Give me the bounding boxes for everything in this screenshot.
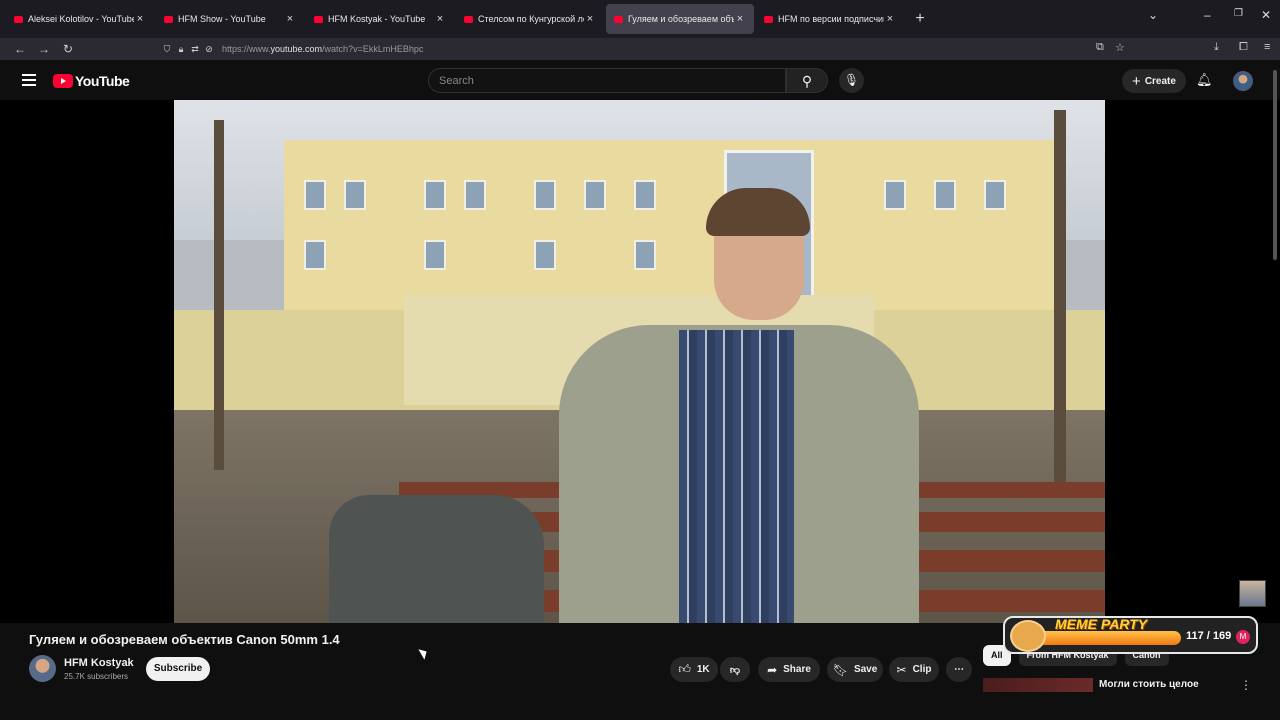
meme-party-overlay: MEME PARTY 117 / 169 M (1003, 616, 1258, 654)
lock-icon[interactable]: 🔒︎ (174, 44, 188, 55)
tab-label: Стелсом по Кунгурской ледян (478, 14, 584, 24)
tab-2[interactable]: HFM Show - YouTube × (156, 4, 304, 34)
close-icon[interactable]: × (284, 13, 296, 25)
account-avatar[interactable] (1233, 71, 1253, 91)
picture-in-picture-icon[interactable]: ⧉ (1096, 41, 1104, 54)
tab-label: HFM по версии подписчиков (778, 14, 884, 24)
mouse-cursor-icon (418, 646, 430, 660)
close-icon[interactable]: × (134, 13, 146, 25)
like-count: 1K (696, 664, 710, 675)
menu-icon[interactable]: ≡ (1264, 41, 1270, 53)
video-backpack (329, 495, 544, 623)
more-dots-icon: ⋯ (954, 664, 964, 675)
tab-1[interactable]: Aleksei Kolotilov - YouTube × (6, 4, 154, 34)
bookmark-icon: 🔖︎ (832, 662, 848, 677)
youtube-favicon-icon (14, 15, 23, 23)
save-label: Save (853, 664, 878, 675)
youtube-logo[interactable]: YouTube (53, 73, 130, 89)
thumbs-up-icon: 👍︎ (678, 662, 691, 676)
downloads-icon[interactable]: ⤓ (1214, 41, 1219, 54)
share-label: Share (783, 664, 811, 675)
youtube-favicon-icon (614, 15, 623, 23)
recommendation-title[interactable]: Могли стоить целое (1099, 679, 1199, 690)
channel-name[interactable]: HFM Kostyak (64, 657, 134, 669)
video-tree (214, 120, 224, 470)
meme-badge-icon: M (1236, 630, 1250, 644)
browser-window: Aleksei Kolotilov - YouTube × HFM Show - … (0, 0, 1280, 720)
youtube-favicon-icon (464, 15, 473, 23)
youtube-header: YouTube Search ⚲ 🎙︎ + Create 🔔︎ (0, 60, 1280, 100)
window-close-icon[interactable]: ✕ (1261, 8, 1271, 22)
save-button[interactable]: 🔖︎ Save (827, 657, 883, 682)
tab-label: HFM Show - YouTube (178, 14, 266, 24)
hamburger-menu-icon[interactable] (22, 74, 36, 86)
youtube-favicon-icon (314, 15, 323, 23)
share-button[interactable]: ➦ Share (758, 657, 820, 682)
video-title: Гуляем и обозреваем объектив Canon 50mm … (29, 632, 340, 647)
tab-3[interactable]: HFM Kostyak - YouTube × (306, 4, 454, 34)
like-button[interactable]: 👍︎ 1K (670, 657, 718, 682)
forward-arrow-icon[interactable]: → (32, 42, 56, 56)
autoplay-blocked-icon[interactable]: ⊘ (202, 44, 216, 55)
channel-avatar[interactable] (29, 655, 56, 682)
clip-button[interactable]: ✂ Clip (889, 657, 939, 682)
notifications-bell-icon[interactable]: 🔔︎ (1196, 72, 1213, 88)
extensions-icon[interactable]: ⧠ (1239, 41, 1248, 54)
more-vertical-icon[interactable]: ⋮ (1240, 678, 1252, 692)
tab-label: HFM Kostyak - YouTube (328, 14, 426, 24)
tab-strip: Aleksei Kolotilov - YouTube × HFM Show - … (0, 0, 1280, 38)
permissions-icon[interactable]: ⇄ (188, 44, 202, 55)
shield-icon[interactable]: ⛉ (160, 44, 174, 55)
thumbs-down-icon: 👎︎ (729, 664, 741, 676)
logo-text: YouTube (75, 73, 130, 89)
voice-search-mic-icon[interactable]: 🎙︎ (839, 68, 864, 93)
dislike-button[interactable]: 👎︎ (720, 657, 750, 682)
navigation-bar: ← → ↻ ⛉ 🔒︎ ⇄ ⊘ https://www.youtube.com/w… (0, 38, 1280, 60)
tab-4[interactable]: Стелсом по Кунгурской ледян× (456, 4, 604, 34)
video-frame[interactable] (174, 100, 1105, 623)
search-icon: ⚲ (801, 73, 813, 89)
more-actions-button[interactable]: ⋯ (946, 657, 972, 682)
youtube-play-icon (53, 74, 73, 88)
subscriber-count: 25.7K subscribers (64, 672, 129, 681)
create-label: Create (1144, 75, 1176, 87)
meme-count: 117 / 169 (1186, 630, 1232, 642)
youtube-favicon-icon (164, 15, 173, 23)
close-icon[interactable]: × (884, 13, 896, 25)
tab-label: Гуляем и обозреваем объекти (628, 14, 734, 24)
search-button[interactable]: ⚲ (786, 68, 828, 93)
doge-icon (1010, 620, 1046, 652)
youtube-favicon-icon (764, 15, 773, 23)
restore-icon[interactable]: ❐ (1234, 8, 1243, 19)
meme-progress-bar (1031, 631, 1181, 645)
video-person-shirt (679, 330, 794, 623)
subscribe-button[interactable]: Subscribe (146, 657, 210, 681)
plus-icon: + (1132, 72, 1141, 90)
video-player[interactable] (0, 100, 1280, 623)
tab-list-chevron-icon[interactable]: ⌄ (1148, 8, 1158, 22)
minimize-icon[interactable]: – (1204, 8, 1211, 22)
reload-icon[interactable]: ↻ (56, 42, 80, 56)
video-tree (1054, 110, 1066, 490)
close-icon[interactable]: × (734, 13, 746, 25)
tab-5-active[interactable]: Гуляем и обозреваем объекти× (606, 4, 754, 34)
tab-6[interactable]: HFM по версии подписчиков× (756, 4, 904, 34)
close-icon[interactable]: × (434, 13, 446, 25)
clip-label: Clip (912, 664, 932, 675)
scissors-icon: ✂ (896, 662, 907, 677)
bookmark-star-icon[interactable]: ☆ (1115, 41, 1125, 54)
meme-party-title: MEME PARTY (1055, 616, 1148, 632)
new-tab-plus-icon[interactable]: + (906, 4, 934, 34)
back-arrow-icon[interactable]: ← (8, 42, 32, 56)
url-text[interactable]: https://www.youtube.com/watch?v=EkkLmHEB… (222, 44, 423, 54)
channel-watermark[interactable] (1239, 580, 1266, 607)
search-input[interactable]: Search (428, 68, 786, 93)
recommendation-thumbnail[interactable] (983, 678, 1093, 692)
url-bar[interactable]: ⛉ 🔒︎ ⇄ ⊘ https://www.youtube.com/watch?v… (160, 40, 1140, 58)
share-icon: ➦ (767, 662, 778, 677)
close-icon[interactable]: × (584, 13, 596, 25)
tab-label: Aleksei Kolotilov - YouTube (28, 14, 134, 24)
create-button[interactable]: + Create (1122, 69, 1186, 93)
page-scrollbar[interactable] (1273, 70, 1277, 260)
